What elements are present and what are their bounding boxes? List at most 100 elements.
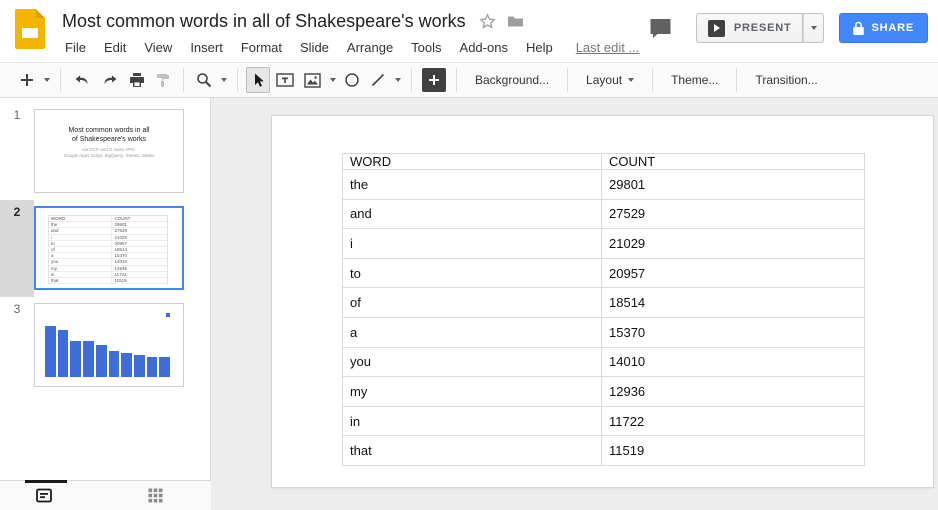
menu-add-ons[interactable]: Add-ons <box>451 40 517 55</box>
slide-canvas[interactable]: WORD COUNT the29801and27529i21029to20957… <box>271 115 934 488</box>
menu-arrange[interactable]: Arrange <box>338 40 402 55</box>
text-box-button[interactable] <box>272 67 298 93</box>
table-row: a15370 <box>343 317 865 347</box>
present-dropdown-button[interactable] <box>803 13 824 43</box>
plus-icon <box>428 74 440 86</box>
plus-icon <box>19 72 35 88</box>
slide-thumbnail-3[interactable] <box>34 303 184 387</box>
menu-view[interactable]: View <box>135 40 181 55</box>
filmstrip: 1 Most common words in all of Shakespear… <box>0 98 211 510</box>
count-column-header[interactable]: COUNT <box>602 154 865 170</box>
paint-format-button[interactable] <box>151 67 175 93</box>
table-cell[interactable]: of <box>343 288 602 318</box>
zoom-button[interactable] <box>192 67 216 93</box>
menu-slide[interactable]: Slide <box>291 40 338 55</box>
word-table-body: the29801and27529i21029to20957of18514a153… <box>343 170 865 466</box>
menu-format[interactable]: Format <box>232 40 291 55</box>
comments-button[interactable] <box>649 18 672 39</box>
mini-chart-bar <box>83 341 94 377</box>
image-dropdown-button[interactable] <box>326 67 339 93</box>
table-cell[interactable]: in <box>343 406 602 436</box>
print-button[interactable] <box>125 67 149 93</box>
table-cell[interactable]: 11519 <box>602 436 865 466</box>
slides-logo-inner <box>22 28 38 38</box>
table-cell[interactable]: 29801 <box>602 170 865 200</box>
slide-number: 2 <box>0 200 34 297</box>
menu-tools[interactable]: Tools <box>402 40 450 55</box>
table-cell[interactable]: a <box>343 317 602 347</box>
line-button[interactable] <box>366 67 390 93</box>
table-cell[interactable]: i <box>343 229 602 259</box>
menu-bar: FileEditViewInsertFormatSlideArrangeTool… <box>56 36 639 58</box>
menu-last-edit[interactable]: Last edit ... <box>576 40 640 55</box>
toolbar-separator <box>411 68 412 92</box>
table-cell[interactable]: 20957 <box>602 258 865 288</box>
table-cell[interactable]: 18514 <box>602 288 865 318</box>
table-cell[interactable]: and <box>343 199 602 229</box>
table-cell[interactable]: 21029 <box>602 229 865 259</box>
table-cell[interactable]: 12936 <box>602 377 865 407</box>
slide-number: 3 <box>0 297 34 394</box>
title-row: Most common words in all of Shakespeare'… <box>62 8 524 34</box>
menu-insert[interactable]: Insert <box>181 40 232 55</box>
table-cell[interactable]: my <box>343 377 602 407</box>
table-cell[interactable]: you <box>343 347 602 377</box>
slide-thumbnail-2[interactable]: WORDCOUNTthe29801and27529i21029to20957of… <box>34 206 184 290</box>
menu-file[interactable]: File <box>56 40 95 55</box>
zoom-dropdown-button[interactable] <box>217 67 230 93</box>
grid-view-button[interactable] <box>148 488 163 503</box>
redo-button[interactable] <box>97 67 123 93</box>
layout-button[interactable]: Layout <box>575 67 645 93</box>
slides-logo-icon[interactable] <box>15 9 45 49</box>
mini-chart-bar <box>70 341 81 377</box>
lock-icon <box>853 21 864 35</box>
word-column-header[interactable]: WORD <box>343 154 602 170</box>
table-cell[interactable]: the <box>343 170 602 200</box>
table-cell[interactable]: 15370 <box>602 317 865 347</box>
menu-edit[interactable]: Edit <box>95 40 135 55</box>
present-button[interactable]: PRESENT <box>696 13 804 43</box>
document-title[interactable]: Most common words in all of Shakespeare'… <box>62 11 466 32</box>
line-dropdown-button[interactable] <box>391 67 404 93</box>
grid-view-icon <box>148 488 163 503</box>
undo-button[interactable] <box>69 67 95 93</box>
table-row: and27529 <box>343 199 865 229</box>
insert-comment-button[interactable] <box>422 68 446 92</box>
printer-icon <box>129 72 145 88</box>
star-icon[interactable] <box>479 13 496 29</box>
mini-chart-bar <box>45 326 56 377</box>
shape-button[interactable] <box>340 67 364 93</box>
background-button[interactable]: Background... <box>464 67 560 93</box>
slide-thumbnail-1[interactable]: Most common words in all of Shakespeare'… <box>34 109 184 193</box>
text-box-icon <box>276 72 294 88</box>
menu-help[interactable]: Help <box>517 40 562 55</box>
toolbar-separator <box>567 68 568 92</box>
filmstrip-row-2: 2 WORDCOUNTthe29801and27529i21029to20957… <box>0 200 210 297</box>
filmstrip-row-1: 1 Most common words in all of Shakespear… <box>0 103 210 200</box>
table-cell[interactable]: that <box>343 436 602 466</box>
table-row: i21029 <box>343 229 865 259</box>
slides-logo-fold <box>36 9 45 18</box>
transition-button[interactable]: Transition... <box>744 67 828 93</box>
table-row: my12936 <box>343 377 865 407</box>
filmstrip-view-button[interactable] <box>36 488 52 503</box>
insert-image-button[interactable] <box>300 67 325 93</box>
zoom-icon <box>196 72 212 88</box>
table-cell[interactable]: to <box>343 258 602 288</box>
comment-icon <box>649 18 672 39</box>
select-tool-button[interactable] <box>246 67 270 93</box>
table-cell[interactable]: 27529 <box>602 199 865 229</box>
new-slide-button[interactable] <box>15 67 39 93</box>
present-group: PRESENT <box>696 13 825 43</box>
table-cell[interactable]: 11722 <box>602 406 865 436</box>
folder-icon[interactable] <box>507 15 524 28</box>
table-cell[interactable]: 14010 <box>602 347 865 377</box>
view-switcher <box>0 480 211 510</box>
caret-down-icon <box>221 78 227 82</box>
slide-2-mini-table: WORDCOUNTthe29801and27529i21029to20957of… <box>48 215 168 284</box>
theme-button[interactable]: Theme... <box>660 67 729 93</box>
line-icon <box>370 72 386 88</box>
new-slide-dropdown-button[interactable] <box>40 67 53 93</box>
shape-icon <box>344 72 360 88</box>
share-button[interactable]: SHARE <box>839 13 928 43</box>
